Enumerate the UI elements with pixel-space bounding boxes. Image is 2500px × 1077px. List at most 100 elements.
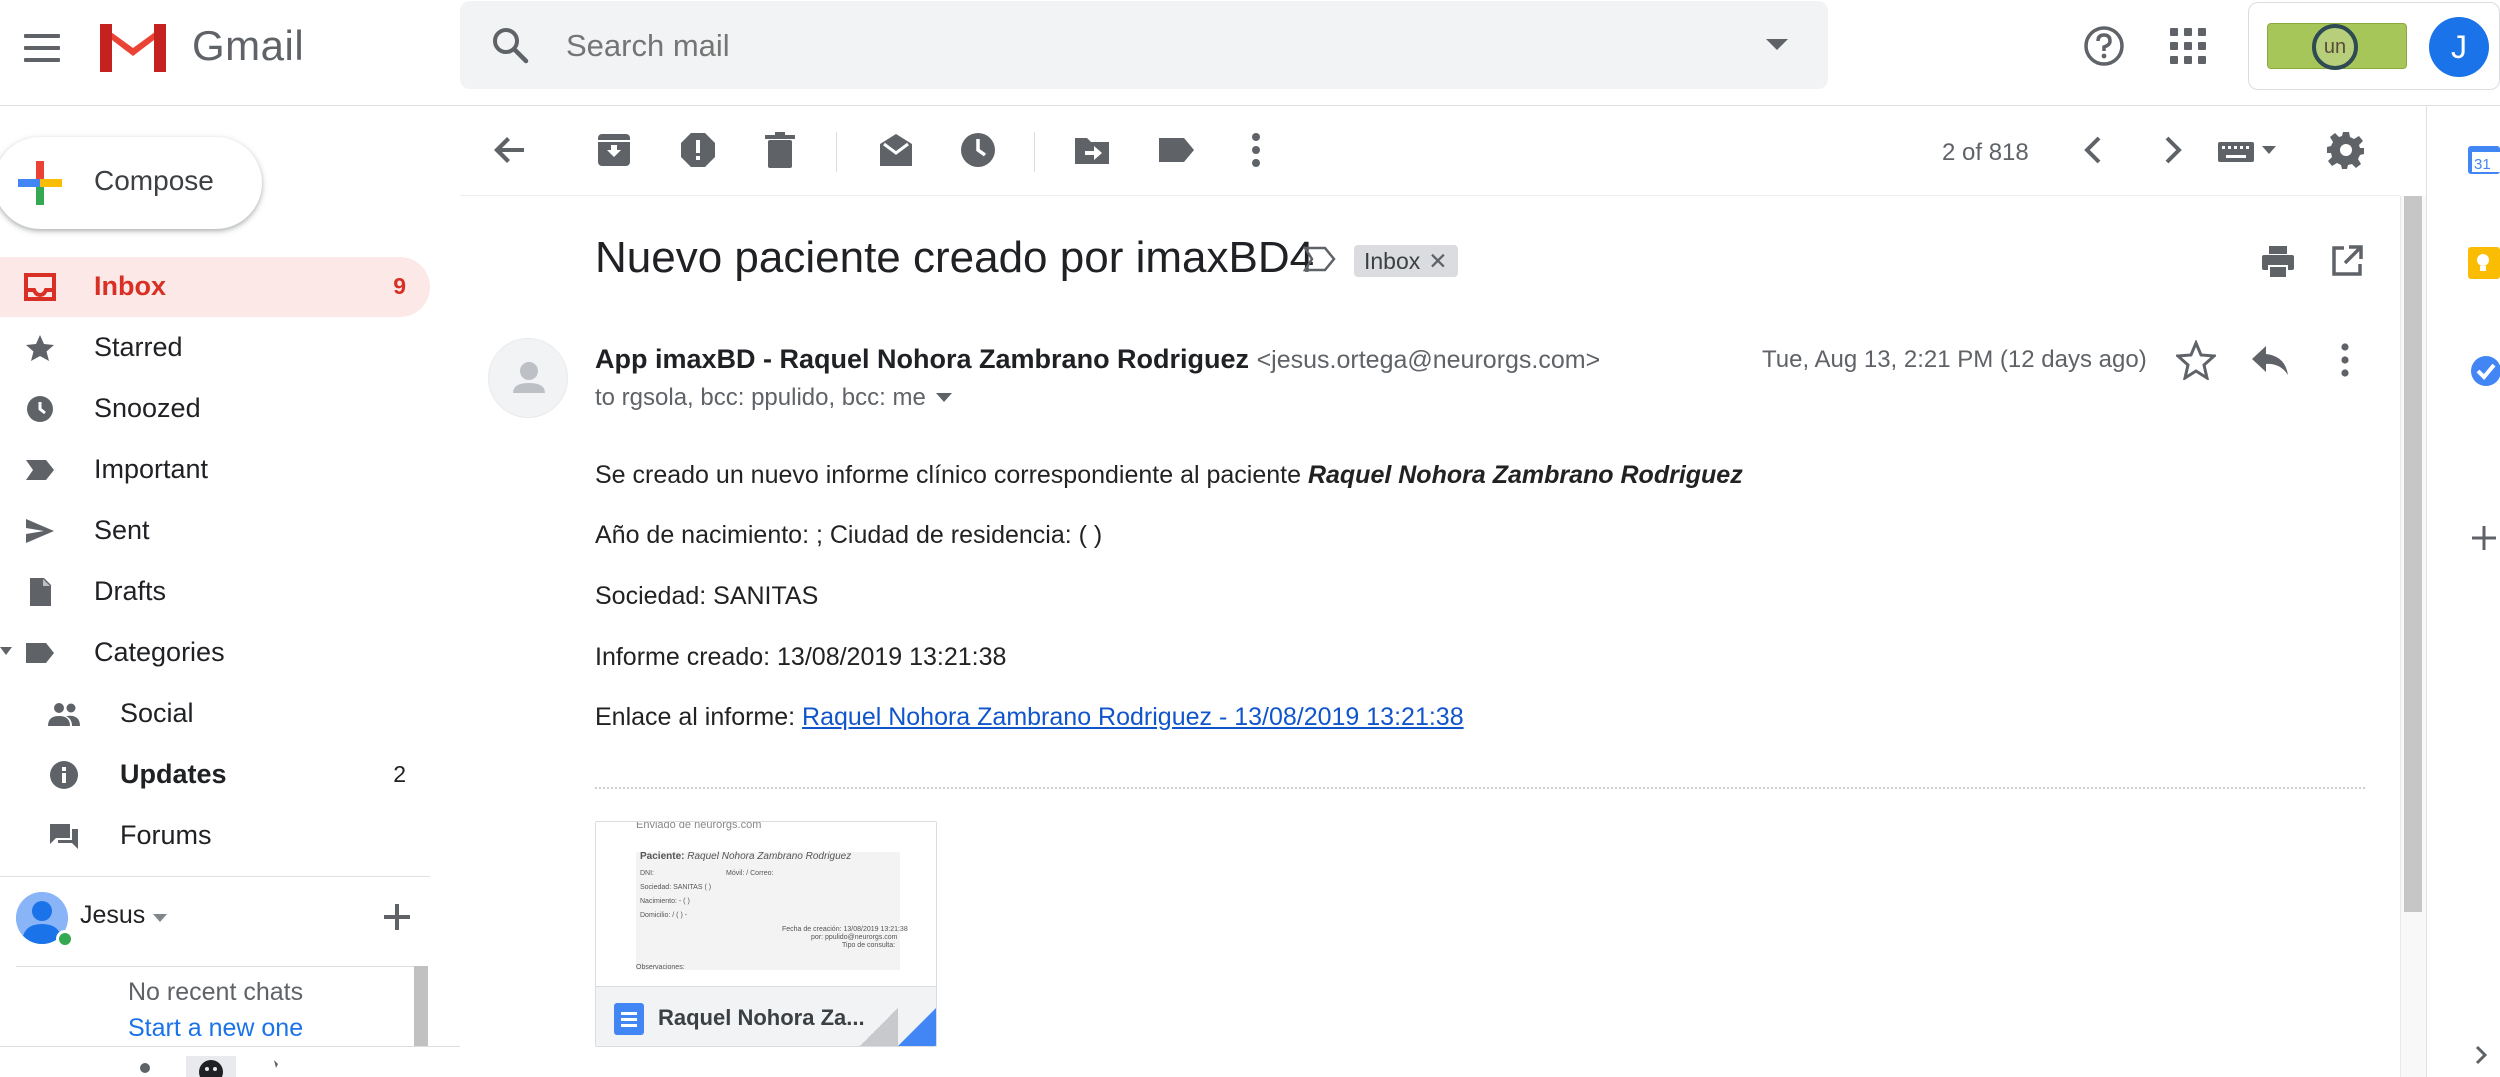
people-icon [48,703,80,726]
recipients-line: to rgsola, bcc: ppulido, bcc: me [595,384,926,411]
chat-user-name[interactable]: Jesus [80,901,145,930]
sidebar-item-label: Sent [94,515,150,545]
unread-count: 9 [393,273,406,299]
body-line-created: Informe creado: 13/08/2019 13:21:38 [595,643,1007,671]
start-chat-link[interactable]: Start a new one [128,1014,303,1043]
keyboard-icon[interactable] [2216,130,2256,170]
input-tools-caret-icon[interactable] [2262,146,2276,154]
sidebar-item-label: Starred [94,332,183,362]
preview-text: por: ppulido@neurorgs.com [811,934,898,941]
chevron-right-icon[interactable] [2470,1044,2492,1066]
body-line-patient: Se creado un nuevo informe clínico corre… [595,461,1743,490]
email-subject: Nuevo paciente creado por imaxBD4 [595,233,1315,282]
preview-text: DNI: [640,870,654,877]
sidebar-item-label: Snoozed [94,393,201,423]
remove-label-icon[interactable]: ✕ [1428,248,1447,274]
google-docs-icon [614,1003,644,1035]
chevron-right-icon[interactable] [2152,130,2192,170]
search-options-icon[interactable] [1766,39,1788,50]
snooze-clock-icon[interactable] [958,130,998,170]
add-icon[interactable] [380,900,414,934]
chat-scrollbar[interactable] [414,966,428,1046]
report-link[interactable]: Raquel Nohora Zambrano Rodriguez - 13/08… [802,703,1464,731]
preview-text: Domicilio: / ( ) - [640,912,688,919]
search-bar[interactable] [460,1,1828,89]
mark-unread-icon[interactable] [876,130,916,170]
sidebar-item-important[interactable]: Important [0,440,430,500]
account-avatar[interactable]: J [2429,17,2489,77]
keep-notes-icon[interactable] [2466,246,2500,280]
important-marker-icon[interactable] [1303,246,1337,272]
sidebar-item-categories[interactable]: Categories [0,623,430,683]
calendar-icon[interactable]: 31 [2466,142,2500,176]
search-input[interactable] [566,23,1686,69]
organization-logo[interactable]: un [2267,23,2407,70]
sidebar-item-sent[interactable]: Sent [0,501,430,561]
add-addon-icon[interactable] [2470,524,2498,552]
gmail-logo-icon[interactable] [96,18,170,74]
svg-text:31: 31 [2474,156,2491,173]
sender-avatar[interactable] [488,338,568,418]
print-icon[interactable] [2260,244,2296,280]
divider [0,1046,460,1047]
inbox-label-chip[interactable]: Inbox ✕ [1354,245,1458,277]
sidebar-item-inbox[interactable]: Inbox 9 [0,257,430,317]
preview-text: Paciente: Raquel Nohora Zambrano Rodrigu… [640,851,852,862]
back-arrow-icon[interactable] [490,130,530,170]
sidebar-item-drafts[interactable]: Drafts [0,562,430,622]
main-menu-icon[interactable] [20,26,64,70]
chevron-left-icon[interactable] [2074,130,2114,170]
tasks-icon[interactable] [2466,354,2500,388]
sender-name[interactable]: App imaxBD - Raquel Nohora Zambrano Rodr… [595,344,1249,374]
sidebar-item-social[interactable]: Social [0,684,430,744]
account-area: un J [2248,2,2500,90]
sidebar-item-snoozed[interactable]: Snoozed [0,379,430,439]
attachments-divider [595,787,2365,789]
star-outline-icon[interactable] [2176,340,2216,380]
send-icon [26,519,54,543]
open-in-new-window-icon[interactable] [2330,244,2364,278]
expand-caret-icon[interactable] [0,647,12,655]
sender-info: App imaxBD - Raquel Nohora Zambrano Rodr… [595,344,1600,375]
contacts-icon[interactable] [130,1056,160,1077]
attachment-preview: Enviado de neurorgs.com Paciente: Raquel… [596,821,936,986]
sidebar-item-label: Inbox [94,271,166,301]
preview-text: Móvil: / Correo: [726,870,774,877]
gmail-wordmark[interactable]: Gmail [192,22,304,70]
phone-icon[interactable] [266,1056,296,1077]
star-icon [26,335,54,361]
important-marker-icon [26,460,54,480]
person-icon [513,362,545,393]
more-options-icon[interactable] [2328,342,2362,378]
more-options-icon[interactable] [1236,130,1276,170]
help-icon[interactable] [2082,24,2126,68]
label-tag-icon[interactable] [1156,130,1196,170]
message-toolbar: 2 of 818 [460,106,2400,196]
sidebar-item-label: Categories [94,637,225,667]
apps-grid-icon[interactable] [2168,26,2208,66]
sidebar-item-updates[interactable]: Updates 2 [0,745,430,805]
sidebar-item-forums[interactable]: Forums [0,806,430,866]
top-bar: Gmail un J [0,0,2500,106]
page-fold-corner [898,1008,936,1046]
label-chip-text: Inbox [1364,248,1421,274]
body-line-link: Enlace al informe: Raquel Nohora Zambran… [595,703,1464,732]
chevron-down-icon[interactable] [153,914,167,922]
sidebar-item-starred[interactable]: Starred [0,318,430,378]
reply-icon[interactable] [2250,342,2290,378]
move-to-icon[interactable] [1072,130,1112,170]
divider [0,876,430,877]
organization-logo-text: un [2312,24,2358,70]
compose-button[interactable]: Compose [0,137,262,229]
delete-trash-icon[interactable] [760,130,800,170]
preview-text: Enviado de neurorgs.com [636,821,762,831]
search-icon[interactable] [490,25,530,65]
report-spam-icon[interactable] [678,130,718,170]
settings-gear-icon[interactable] [2326,130,2366,170]
archive-icon[interactable] [594,130,634,170]
hangouts-icon[interactable] [186,1056,236,1077]
message-scrollbar-thumb[interactable] [2404,196,2422,912]
show-details-caret-icon[interactable] [936,393,952,402]
attachment-card[interactable]: Enviado de neurorgs.com Paciente: Raquel… [595,821,937,1047]
online-status-dot [56,930,74,948]
